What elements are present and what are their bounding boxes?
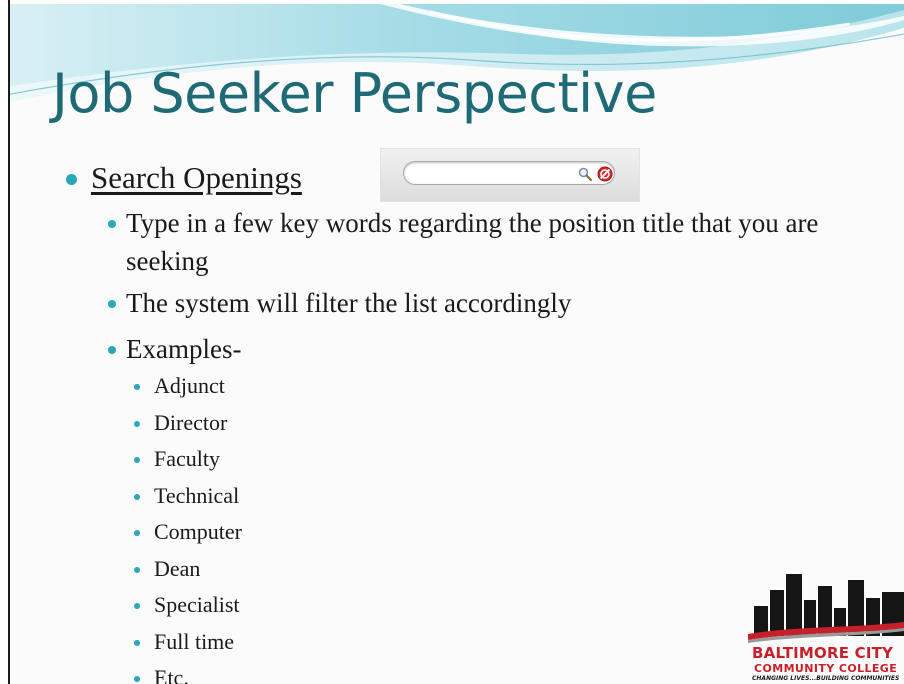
college-logo: BALTIMORE CITY COMMUNITY COLLEGE CHANGIN… — [746, 568, 904, 684]
frame-top-edge — [0, 0, 904, 4]
list-item: Etc. — [134, 660, 242, 684]
list-item: Director — [134, 405, 242, 442]
bullet-dot — [108, 346, 116, 354]
list-item: Computer — [134, 514, 242, 551]
bullet-dot — [134, 530, 140, 536]
frame-left-edge — [0, 0, 10, 684]
point-text: Examples- — [126, 334, 242, 364]
example-label: Full time — [154, 628, 235, 654]
bullet-dot — [134, 384, 140, 390]
bullet-dot — [108, 300, 116, 308]
clear-icon[interactable] — [597, 166, 613, 182]
example-label: Computer — [154, 519, 242, 544]
list-item: Full time — [134, 624, 242, 661]
bullet-dot — [134, 493, 140, 500]
bullet-dot — [134, 676, 140, 682]
list-item: Dean — [134, 551, 242, 588]
logo-line-1: BALTIMORE CITY — [752, 644, 894, 662]
point-text: The system will filter the list accordin… — [126, 288, 572, 318]
example-label: Faculty — [154, 446, 220, 471]
point-examples: Examples- — [108, 330, 866, 368]
logo-line-2: COMMUNITY COLLEGE — [754, 662, 898, 675]
slide: Job Seeker Perspective Search Openings T… — [0, 0, 904, 684]
list-item: Technical — [134, 478, 242, 515]
bullet-dot — [108, 220, 116, 228]
example-label: Director — [154, 409, 228, 435]
bullet-dot — [134, 603, 140, 609]
list-item: Faculty — [134, 441, 242, 478]
example-label: Etc. — [154, 665, 189, 684]
list-item: Adjunct — [134, 368, 242, 405]
bullet-dot — [134, 639, 140, 646]
example-label: Adjunct — [154, 373, 225, 398]
point-text: Type in a few key words regarding the po… — [126, 208, 819, 276]
logo-tagline: CHANGING LIVES...BUILDING COMMUNITIES — [752, 675, 900, 682]
bullet-dot — [134, 457, 140, 463]
point-keywords: Type in a few key words regarding the po… — [108, 204, 866, 280]
example-label: Dean — [154, 555, 201, 581]
skyline-icon — [748, 574, 904, 643]
bullet-dot — [66, 173, 77, 185]
bullet-dot — [134, 420, 140, 427]
search-openings-heading: Search Openings — [91, 160, 302, 195]
bullet-search-openings: Search Openings — [66, 160, 302, 196]
examples-list: Adjunct Director Faculty Technical Compu… — [134, 368, 242, 684]
list-item: Specialist — [134, 587, 242, 624]
bullet-dot — [134, 566, 140, 573]
magnifier-icon[interactable] — [577, 166, 593, 182]
point-filter: The system will filter the list accordin… — [108, 284, 866, 322]
example-label: Specialist — [154, 592, 240, 617]
search-bar — [380, 148, 640, 202]
slide-title: Job Seeker Perspective — [52, 62, 657, 125]
example-label: Technical — [154, 482, 240, 508]
